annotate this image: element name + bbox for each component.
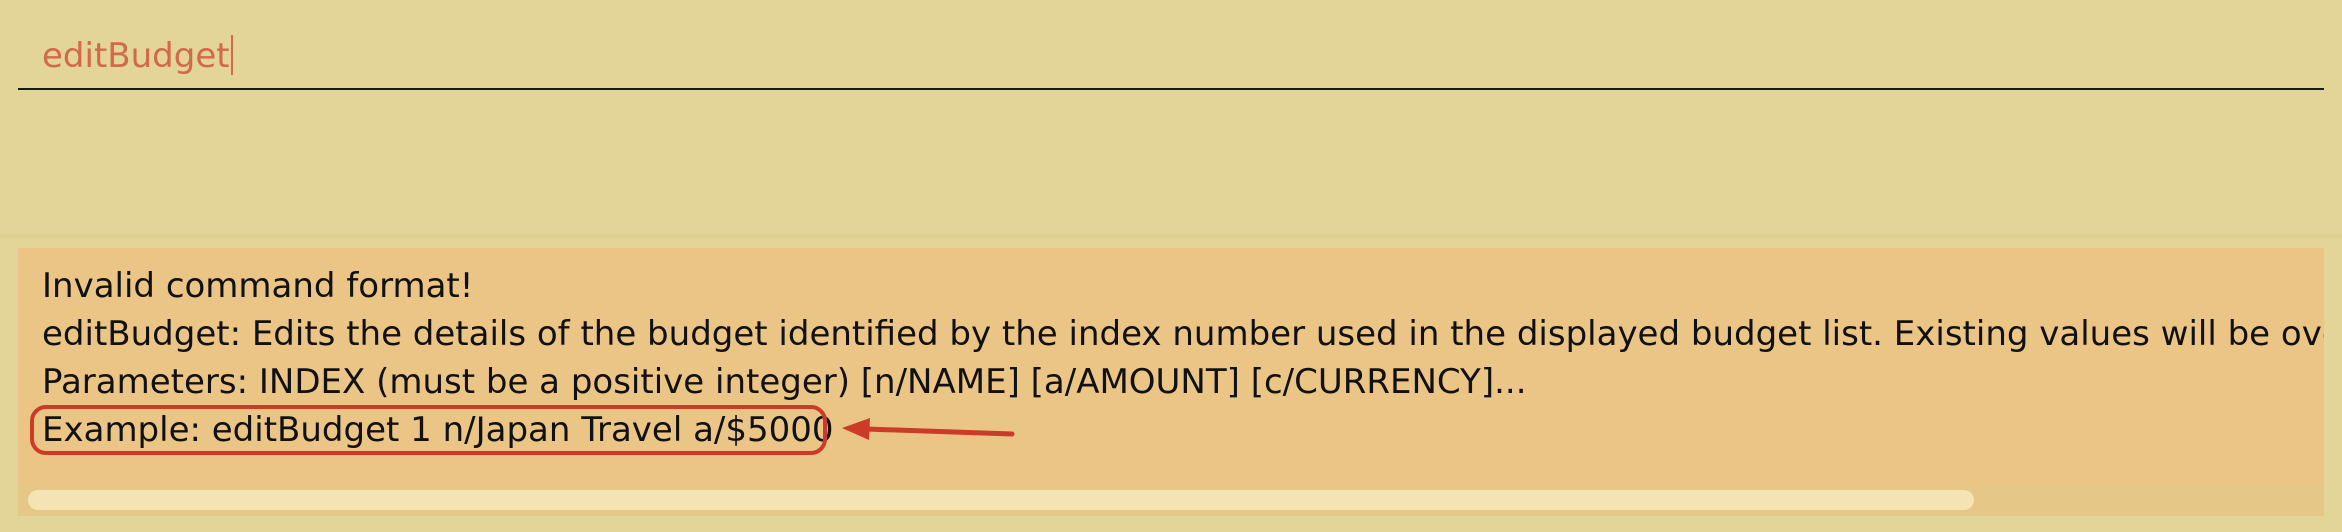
result-line-example: Example: editBudget 1 n/Japan Travel a/$… — [42, 410, 834, 450]
scrollbar-thumb[interactable] — [28, 490, 1974, 510]
result-line-error: Invalid command format! — [42, 266, 474, 306]
command-input-text: editBudget — [42, 36, 230, 76]
result-display: Invalid command format! editBudget: Edit… — [18, 248, 2324, 484]
command-box: editBudget — [0, 0, 2342, 232]
result-line-parameters: Parameters: INDEX (must be a positive in… — [42, 362, 1527, 402]
horizontal-scrollbar[interactable] — [18, 484, 2324, 516]
input-underline — [18, 88, 2324, 90]
command-input[interactable]: editBudget — [42, 26, 1842, 86]
result-line-usage: editBudget: Edits the details of the bud… — [42, 314, 2324, 354]
text-caret — [230, 35, 233, 75]
